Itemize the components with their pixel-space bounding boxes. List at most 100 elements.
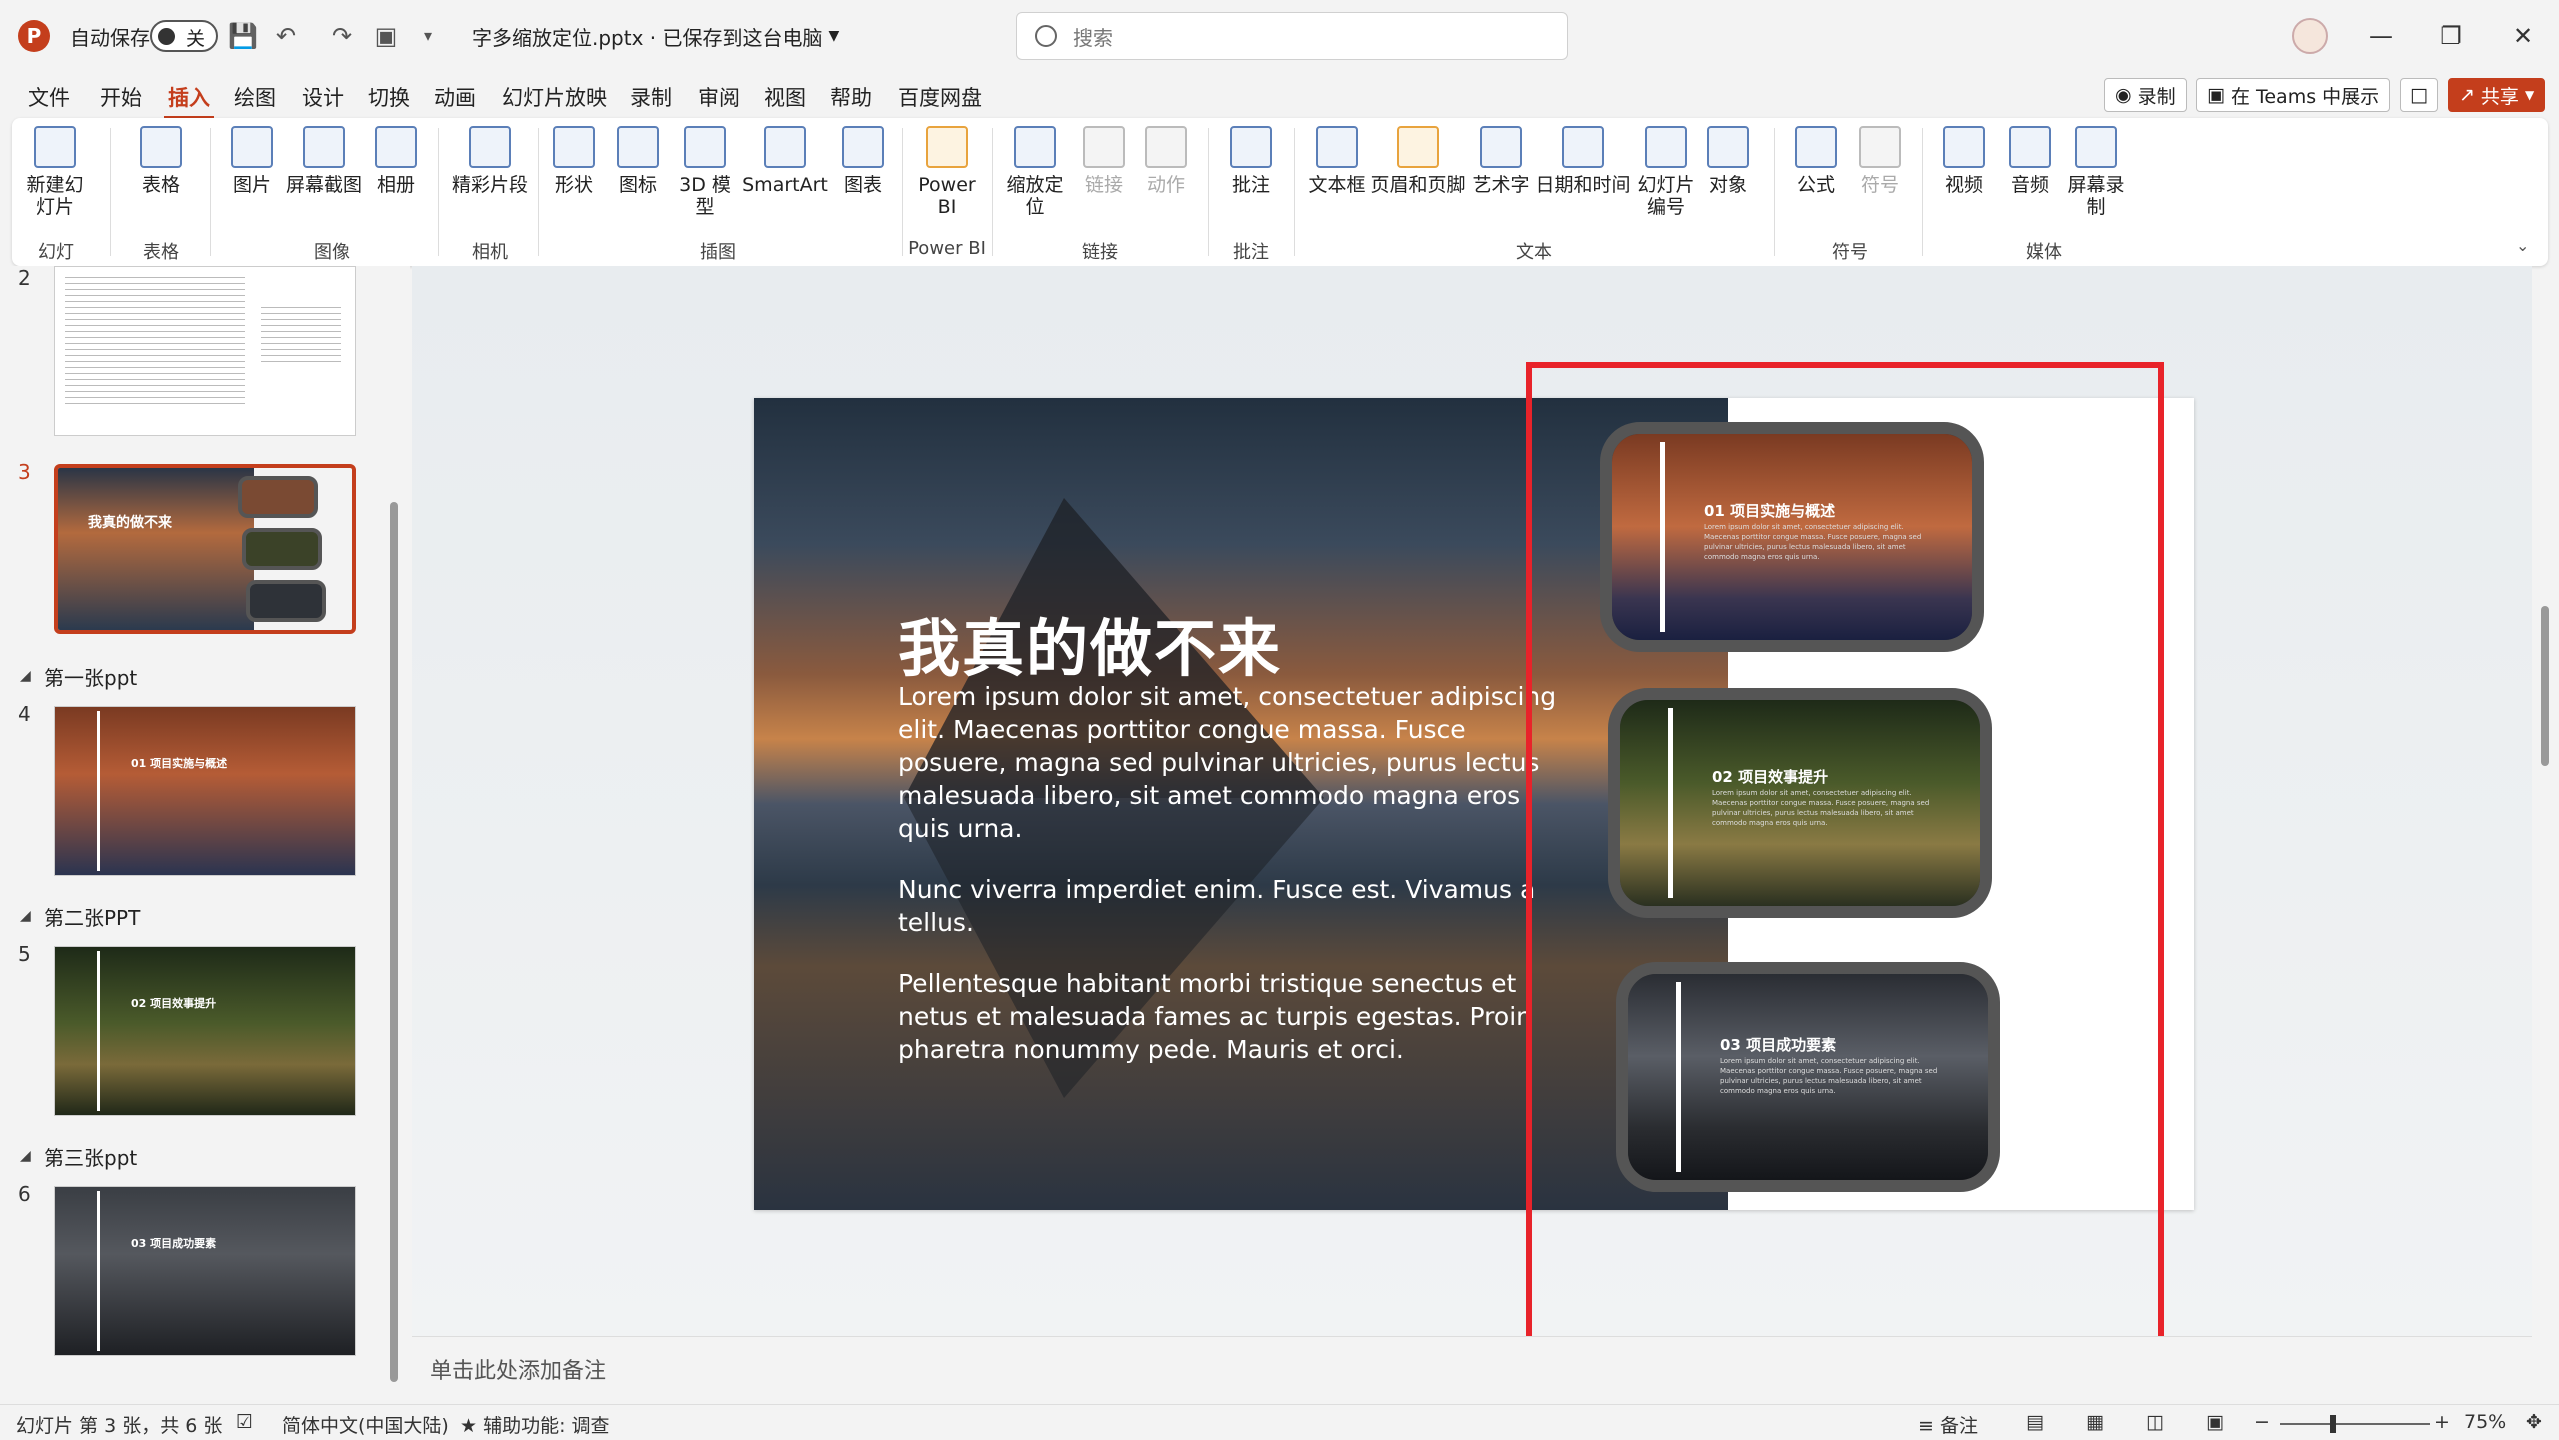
teams-present-button[interactable]: ▣ 在 Teams 中展示	[2196, 78, 2391, 112]
collapse-ribbon-icon[interactable]: ⌄	[2516, 236, 2529, 255]
comments-button[interactable]: □	[2400, 78, 2438, 112]
album-button[interactable]: 相册	[368, 126, 424, 196]
record-button[interactable]: ◉ 录制	[2104, 78, 2187, 112]
slide-title[interactable]: 我真的做不来	[898, 598, 1282, 688]
save-icon[interactable]: 💾	[228, 22, 258, 50]
picture-button[interactable]: 图片	[224, 126, 280, 196]
minimize-icon[interactable]: —	[2366, 22, 2396, 50]
chevron-down-icon: ▼	[828, 28, 840, 44]
avatar[interactable]	[2292, 18, 2328, 54]
slide-thumbnail-5[interactable]: 02 项目效事提升	[54, 946, 356, 1116]
notes-button[interactable]: ≡ 备注	[1918, 1411, 1978, 1438]
document-title[interactable]: 字多缩放定位.pptx · 已保存到这台电脑 ▼	[472, 0, 839, 72]
smartart-button[interactable]: SmartArt	[736, 126, 834, 196]
tab-insert[interactable]: 插入	[164, 78, 214, 120]
link-button[interactable]: 链接	[1072, 126, 1136, 196]
search-box[interactable]: 搜索	[1016, 12, 1568, 60]
redo-icon[interactable]: ↷	[328, 22, 356, 50]
datetime-button[interactable]: 日期和时间	[1534, 126, 1632, 196]
tab-draw[interactable]: 绘图	[230, 78, 280, 116]
tab-file[interactable]: 文件	[24, 78, 74, 116]
zoom-out-icon[interactable]: −	[2254, 1411, 2270, 1433]
header-footer-button[interactable]: 页眉和页脚	[1368, 126, 1468, 196]
slideshow-icon[interactable]: ▣	[2206, 1411, 2224, 1433]
close-icon[interactable]: ✕	[2508, 22, 2538, 50]
slide-thumbnail-2[interactable]	[54, 266, 356, 436]
slide-thumbnail-6[interactable]: 03 项目成功要素	[54, 1186, 356, 1356]
equation-button[interactable]: 公式	[1786, 126, 1846, 196]
zoom-button[interactable]: 缩放定位	[998, 126, 1072, 218]
powerbi-button[interactable]: Power BI	[910, 126, 984, 218]
zoom-in-icon[interactable]: +	[2434, 1411, 2450, 1433]
symbol-button[interactable]: 符号	[1850, 126, 1910, 196]
section-3[interactable]: 第三张ppt	[44, 1142, 137, 1171]
shape-button[interactable]: 形状	[544, 126, 604, 196]
notes-pane[interactable]: 单击此处添加备注	[412, 1336, 2532, 1404]
present-icon[interactable]: ▣	[372, 22, 400, 50]
normal-view-icon[interactable]: ▤	[2026, 1411, 2044, 1433]
fit-to-window-icon[interactable]: ✥	[2526, 1411, 2542, 1433]
tab-design[interactable]: 设计	[298, 78, 348, 116]
slide-thumbnail-4[interactable]: 01 项目实施与概述	[54, 706, 356, 876]
tab-animations[interactable]: 动画	[430, 78, 480, 116]
spellcheck-icon[interactable]: ☑	[236, 1411, 253, 1433]
slide-sorter-icon[interactable]: ▦	[2086, 1411, 2104, 1433]
tab-home[interactable]: 开始	[96, 78, 146, 116]
cube-icon	[684, 126, 726, 168]
video-button[interactable]: 视频	[1934, 126, 1994, 196]
group-symbols: 符号	[1832, 242, 1868, 263]
accessibility-status[interactable]: ★ 辅助功能: 调查	[460, 1411, 610, 1438]
tab-baidu-netdisk[interactable]: 百度网盘	[894, 78, 986, 116]
customize-toolbar-icon[interactable]: ▾	[414, 22, 442, 50]
calendar-icon	[1562, 126, 1604, 168]
collapse-section-icon[interactable]: ◢	[20, 668, 31, 684]
zoom-slider[interactable]	[2280, 1415, 2430, 1433]
thumb6-title: 03 项目成功要素	[131, 1237, 217, 1250]
chevron-down-icon: ▼	[2524, 88, 2535, 102]
slide-body-text[interactable]: Lorem ipsum dolor sit amet, consectetuer…	[898, 680, 1558, 1094]
slide-number-button[interactable]: 幻灯片编号	[1630, 126, 1702, 218]
tab-help[interactable]: 帮助	[826, 78, 876, 116]
group-comments: 批注	[1233, 242, 1269, 263]
section-2[interactable]: 第二张PPT	[44, 902, 140, 931]
textbox-button[interactable]: 文本框	[1302, 126, 1372, 196]
section-1[interactable]: 第一张ppt	[44, 662, 137, 691]
clip-button[interactable]: 精彩片段	[452, 126, 528, 196]
language[interactable]: 简体中文(中国大陆)	[282, 1411, 449, 1438]
tab-view[interactable]: 视图	[760, 78, 810, 116]
undo-icon[interactable]: ↶	[272, 22, 300, 50]
autosave-label: 自动保存	[70, 25, 150, 50]
canvas-scrollbar[interactable]	[2536, 270, 2554, 1336]
textbox-icon	[1316, 126, 1358, 168]
3d-model-button[interactable]: 3D 模型	[672, 126, 738, 218]
slide-thumbnail-3[interactable]: 我真的做不来	[54, 464, 356, 634]
restore-icon[interactable]: ❐	[2436, 22, 2466, 50]
tab-record[interactable]: 录制	[626, 78, 676, 116]
object-button[interactable]: 对象	[1698, 126, 1758, 196]
autosave-toggle[interactable]: 关	[150, 20, 218, 52]
title-bar: P 自动保存 关 💾 ↶ ↷ ▣ ▾ 字多缩放定位.pptx · 已保存到这台电…	[0, 0, 2559, 72]
audio-button[interactable]: 音频	[2000, 126, 2060, 196]
share-button[interactable]: ↗ 共享 ▼	[2448, 78, 2546, 112]
wordart-button[interactable]: 艺术字	[1468, 126, 1534, 196]
chart-button[interactable]: 图表	[832, 126, 894, 196]
tab-slideshow[interactable]: 幻灯片放映	[498, 78, 611, 116]
action-button[interactable]: 动作	[1134, 126, 1198, 196]
body-paragraph-3: Pellentesque habitant morbi tristique se…	[898, 969, 1532, 1064]
collapse-section-icon[interactable]: ◢	[20, 908, 31, 924]
zoom-level[interactable]: 75%	[2464, 1411, 2506, 1433]
smartart-icon	[764, 126, 806, 168]
collapse-section-icon[interactable]: ◢	[20, 1148, 31, 1164]
table-button[interactable]: 表格	[136, 126, 186, 196]
screenshot-button[interactable]: 屏幕截图	[284, 126, 364, 196]
comment-button[interactable]: 批注	[1218, 126, 1284, 196]
tab-transitions[interactable]: 切换	[364, 78, 414, 116]
reading-view-icon[interactable]: ◫	[2146, 1411, 2164, 1433]
new-slide-button[interactable]: 新建幻灯片	[24, 126, 86, 218]
thumbnail-scrollbar[interactable]	[388, 272, 400, 1402]
comment-icon	[1230, 126, 1272, 168]
speaker-icon	[2009, 126, 2051, 168]
icon-button[interactable]: 图标	[610, 126, 666, 196]
tab-review[interactable]: 审阅	[694, 78, 744, 116]
screen-record-button[interactable]: 屏幕录制	[2064, 126, 2128, 218]
